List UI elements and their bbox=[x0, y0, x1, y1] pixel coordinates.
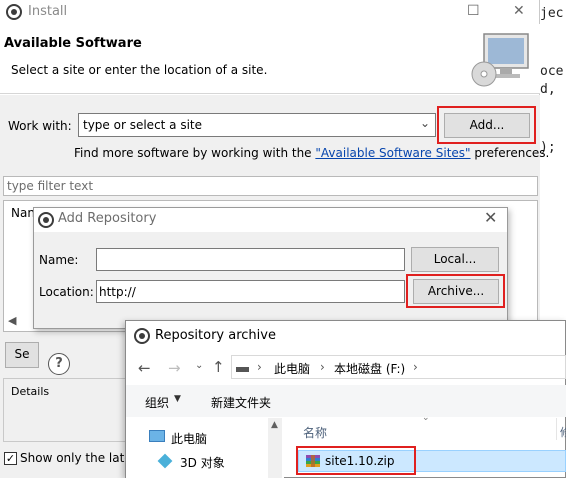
add-repository-title: Add Repository bbox=[58, 211, 157, 226]
column-header-name[interactable]: 名称 bbox=[303, 424, 327, 441]
install-window-title: Install bbox=[28, 4, 68, 19]
available-sites-link[interactable]: "Available Software Sites" bbox=[315, 146, 470, 160]
page-title: Available Software bbox=[4, 36, 142, 51]
scroll-up-icon[interactable]: ▲ bbox=[271, 420, 278, 430]
nav-item-this-pc[interactable]: 此电脑 bbox=[171, 430, 207, 447]
breadcrumb-separator-icon[interactable]: › bbox=[257, 360, 262, 374]
page-subtitle: Select a site or enter the location of a… bbox=[11, 63, 268, 77]
eclipse-app-icon bbox=[134, 328, 150, 344]
eclipse-app-icon bbox=[6, 4, 22, 20]
scroll-left-icon[interactable]: ◀ bbox=[8, 314, 16, 327]
work-with-value[interactable]: type or select a site bbox=[83, 118, 202, 132]
close-button[interactable]: ✕ bbox=[513, 3, 525, 19]
caret-down-icon[interactable]: ▼ bbox=[174, 394, 181, 404]
column-header-overflow[interactable]: 修 bbox=[560, 424, 566, 440]
up-arrow-icon[interactable]: ↑ bbox=[212, 358, 225, 376]
eclipse-app-icon bbox=[38, 212, 54, 228]
maximize-button[interactable]: ☐ bbox=[467, 3, 480, 19]
help-icon[interactable]: ? bbox=[48, 353, 70, 375]
tree-column-name: Nan bbox=[11, 206, 35, 220]
column-divider bbox=[556, 418, 557, 440]
name-field[interactable] bbox=[96, 248, 405, 271]
breadcrumb-this-pc[interactable]: 此电脑 bbox=[274, 360, 310, 377]
find-more-suffix: preferences. bbox=[470, 146, 550, 160]
computer-icon bbox=[149, 430, 165, 442]
header-banner bbox=[0, 24, 540, 94]
new-folder-button[interactable]: 新建文件夹 bbox=[211, 394, 271, 411]
show-latest-label: Show only the late bbox=[20, 451, 132, 465]
breadcrumb-separator-icon[interactable]: › bbox=[413, 360, 418, 374]
forward-arrow-icon[interactable]: → bbox=[168, 359, 181, 377]
editor-line: d, bbox=[540, 82, 556, 97]
editor-line: jec bbox=[540, 6, 564, 21]
location-label: Location: bbox=[39, 285, 94, 299]
details-label: Details bbox=[11, 385, 50, 398]
editor-line: oce bbox=[540, 64, 564, 79]
local-button[interactable]: Local... bbox=[411, 247, 499, 272]
organize-menu[interactable]: 组织 bbox=[145, 394, 169, 411]
highlight-box-add bbox=[437, 106, 536, 144]
breadcrumb-separator-icon[interactable]: › bbox=[320, 360, 325, 374]
nav-item-3d-objects[interactable]: 3D 对象 bbox=[180, 454, 225, 471]
close-icon[interactable]: ✕ bbox=[484, 208, 497, 227]
location-field[interactable] bbox=[96, 280, 405, 303]
drive-icon bbox=[236, 367, 249, 372]
work-with-label: Work with: bbox=[8, 119, 72, 133]
highlight-box-file bbox=[296, 446, 416, 475]
file-toolbar bbox=[126, 385, 566, 417]
location-value[interactable]: http:// bbox=[99, 285, 136, 299]
show-latest-checkbox[interactable]: ✓ bbox=[4, 452, 17, 465]
find-more-prefix: Find more software by working with the bbox=[74, 146, 316, 160]
chevron-down-icon[interactable]: ⌄ bbox=[420, 116, 430, 130]
install-banner-icon bbox=[471, 33, 529, 87]
filter-placeholder: type filter text bbox=[7, 179, 94, 193]
breadcrumb-local-disk[interactable]: 本地磁盘 (F:) bbox=[334, 360, 405, 377]
select-all-button[interactable]: Se bbox=[5, 342, 39, 368]
recent-chevron-icon[interactable]: ⌄ bbox=[195, 360, 203, 371]
find-more-text: Find more software by working with the "… bbox=[74, 146, 549, 160]
repository-archive-title: Repository archive bbox=[155, 328, 276, 343]
name-label: Name: bbox=[39, 253, 79, 267]
sort-chevron-icon: ⌄ bbox=[422, 413, 430, 423]
highlight-box-archive bbox=[406, 274, 505, 308]
back-arrow-icon[interactable]: ← bbox=[138, 359, 151, 377]
